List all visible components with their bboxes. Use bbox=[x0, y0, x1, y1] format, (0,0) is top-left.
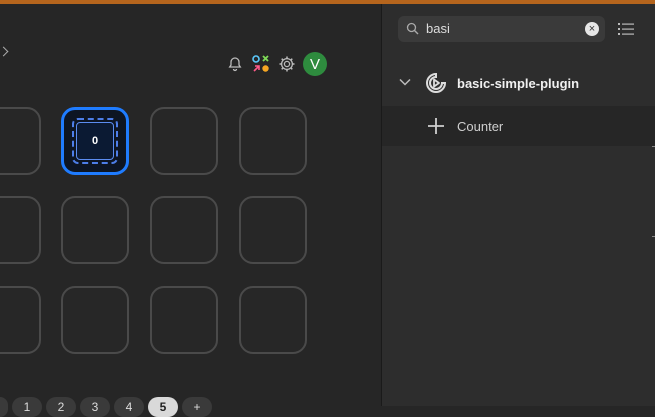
collapse-chevron-icon[interactable] bbox=[0, 46, 9, 57]
chip-icon: 0 bbox=[72, 118, 118, 164]
key-slot[interactable] bbox=[61, 196, 129, 264]
key-slot[interactable] bbox=[0, 286, 41, 354]
page-button-partial[interactable] bbox=[0, 397, 8, 417]
settings-gear-icon[interactable] bbox=[277, 54, 297, 74]
page-button-5[interactable]: 5 bbox=[148, 397, 178, 417]
chevron-down-icon[interactable] bbox=[399, 78, 411, 86]
add-page-button[interactable]: + bbox=[182, 397, 212, 417]
counter-value: 0 bbox=[76, 122, 114, 160]
key-slot[interactable] bbox=[61, 286, 129, 354]
main-canvas: V 0 1 2 3 4 5 + bbox=[0, 4, 382, 417]
notifications-bell-icon[interactable] bbox=[225, 54, 245, 74]
actions-sidebar: basi × basic-simple-plugin Counter bbox=[382, 4, 655, 406]
key-slot[interactable] bbox=[0, 196, 41, 264]
plugin-group-row[interactable]: basic-simple-plugin bbox=[382, 64, 655, 102]
search-icon bbox=[406, 22, 419, 35]
key-slot-counter-active[interactable]: 0 bbox=[61, 107, 129, 175]
key-slot[interactable] bbox=[239, 196, 307, 264]
key-slot[interactable] bbox=[0, 107, 41, 175]
action-label: Counter bbox=[457, 119, 504, 134]
clear-search-icon[interactable]: × bbox=[585, 22, 599, 36]
page-button-1[interactable]: 1 bbox=[12, 397, 42, 417]
plugin-name: basic-simple-plugin bbox=[457, 76, 580, 91]
action-item-counter[interactable]: Counter bbox=[382, 106, 655, 146]
marketplace-icon[interactable] bbox=[251, 54, 271, 74]
page-selector: 1 2 3 4 5 + bbox=[0, 397, 212, 417]
key-slot[interactable] bbox=[150, 286, 218, 354]
key-slot[interactable] bbox=[150, 107, 218, 175]
user-avatar[interactable]: V bbox=[303, 52, 327, 76]
plus-icon bbox=[428, 118, 444, 134]
key-slot[interactable] bbox=[150, 196, 218, 264]
search-input[interactable]: basi bbox=[426, 21, 450, 36]
list-view-icon[interactable] bbox=[618, 22, 634, 36]
key-slot[interactable] bbox=[239, 107, 307, 175]
search-field[interactable]: basi × bbox=[398, 16, 605, 42]
page-button-3[interactable]: 3 bbox=[80, 397, 110, 417]
page-button-2[interactable]: 2 bbox=[46, 397, 76, 417]
page-button-4[interactable]: 4 bbox=[114, 397, 144, 417]
key-slot[interactable] bbox=[239, 286, 307, 354]
plugin-logo-icon bbox=[426, 72, 447, 93]
header-toolbar: V bbox=[225, 52, 327, 76]
